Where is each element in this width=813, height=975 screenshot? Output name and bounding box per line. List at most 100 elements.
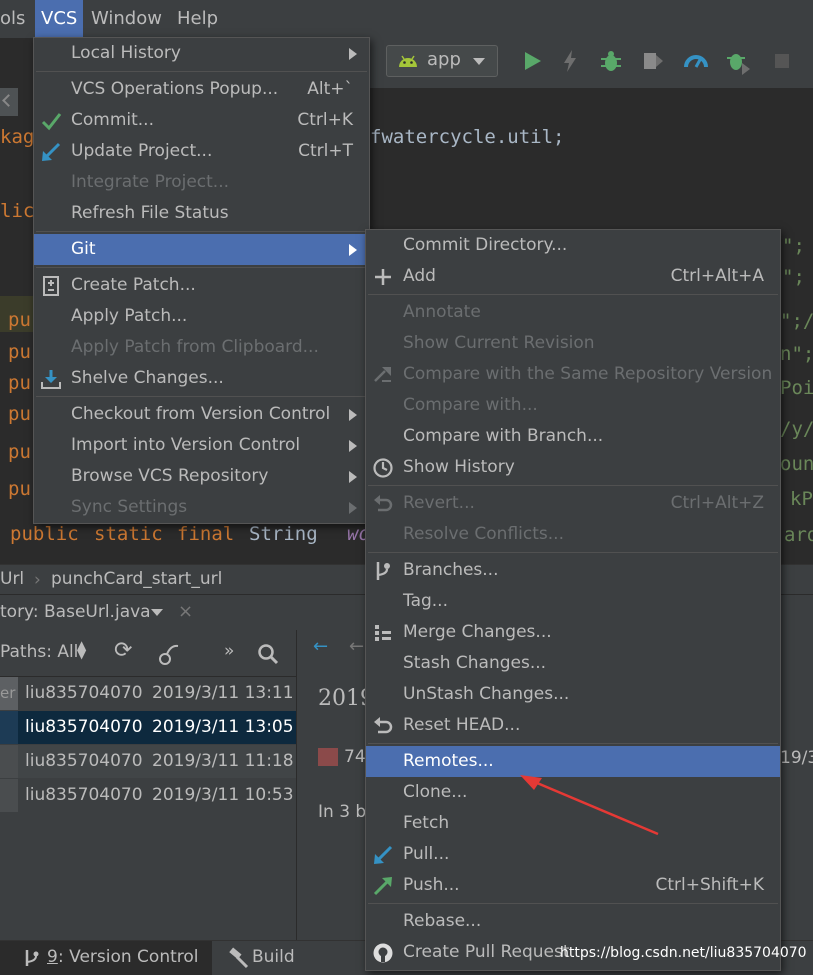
cherry-pick-icon[interactable] (157, 642, 181, 666)
version-control-tab[interactable]: 9 : Version Control (0, 941, 212, 975)
menu-item-apply-patch[interactable]: Apply Patch... (34, 301, 369, 332)
menu-item-resolve-conflicts[interactable]: Resolve Conflicts... (366, 519, 780, 550)
push-icon (373, 877, 392, 896)
menu-item-browse-vcs-repository[interactable]: Browse VCS Repository (34, 461, 369, 492)
menu-item-refresh-file-status[interactable]: Refresh File Status (34, 198, 369, 229)
tab-scroll-left[interactable] (0, 88, 18, 116)
menu-item-checkout-from-vc[interactable]: Checkout from Version Control (34, 399, 369, 430)
menu-item-rebase[interactable]: Rebase... (366, 906, 780, 937)
run-icon[interactable] (518, 47, 546, 75)
attach-debugger-icon[interactable] (724, 47, 752, 75)
clock-icon (373, 458, 393, 478)
menu-item-annotate[interactable]: Annotate (366, 297, 780, 328)
menu-item-show-history[interactable]: Show History (366, 452, 780, 483)
menu-tools[interactable]: ols (0, 0, 31, 38)
code-string-fragment: "; (782, 235, 805, 257)
log-column-stub (0, 745, 18, 778)
table-row[interactable]: er liu835704070 2019/3/11 13:11 (0, 677, 296, 710)
menu-item-vcs-operations-popup[interactable]: VCS Operations Popup... Alt+` (34, 74, 369, 105)
run-configuration-select[interactable]: app (386, 45, 498, 77)
chevron-down-icon[interactable] (151, 609, 163, 616)
code-string-fragment: ard (784, 524, 813, 546)
menu-item-update-project[interactable]: Update Project... Ctrl+T (34, 136, 369, 167)
menu-item-create-patch[interactable]: Create Patch... (34, 270, 369, 301)
close-icon[interactable]: × (178, 601, 193, 622)
arrow-left-icon[interactable]: ← (349, 636, 364, 657)
menu-separator (36, 71, 367, 72)
hammer-icon (229, 947, 249, 969)
pull-icon (374, 845, 393, 864)
menu-item-compare-same-repo-version[interactable]: Compare with the Same Repository Version (366, 359, 780, 390)
menu-item-push[interactable]: Push... Ctrl+Shift+K (366, 870, 780, 901)
search-icon[interactable] (256, 642, 280, 666)
menu-item-apply-patch-from-clipboard[interactable]: Apply Patch from Clipboard... (34, 332, 369, 363)
log-author: liu835704070 (25, 751, 143, 771)
branch-icon (376, 562, 390, 580)
tool-window-title[interactable]: tory: BaseUrl.java (0, 602, 151, 622)
menu-separator (36, 267, 367, 268)
log-date: 2019/3/11 10:53 (152, 785, 294, 805)
menu-item-shelve-changes[interactable]: Shelve Changes... (34, 363, 369, 394)
menu-item-tag[interactable]: Tag... (366, 586, 780, 617)
reset-icon (374, 717, 393, 734)
menu-item-git[interactable]: Git (34, 234, 369, 265)
profile-icon[interactable] (639, 47, 667, 75)
log-column-stub (0, 779, 18, 812)
breadcrumb-item[interactable]: punchCard_start_url (51, 569, 222, 589)
plus-icon (375, 269, 391, 285)
table-row[interactable]: liu835704070 2019/3/11 11:18 (0, 745, 296, 778)
menu-item-local-history[interactable]: Local History (34, 38, 369, 69)
code-type-string: String (249, 523, 318, 545)
commit-summary-fragment: In 3 b (318, 802, 367, 822)
menu-window[interactable]: Window (85, 0, 168, 38)
menu-item-import-into-vc[interactable]: Import into Version Control (34, 430, 369, 461)
debug-icon[interactable] (597, 47, 625, 75)
update-arrow-icon (42, 142, 61, 161)
menu-item-add[interactable]: Add Ctrl+Alt+A (366, 261, 780, 292)
code-string-fragment: ";/ (780, 310, 813, 332)
table-row-selected[interactable]: liu835704070 2019/3/11 13:05 (0, 711, 296, 744)
main-toolbar: app (368, 38, 813, 88)
menu-item-stash-changes[interactable]: Stash Changes... (366, 648, 780, 679)
arrow-left-icon[interactable]: ← (313, 636, 328, 657)
menu-item-sync-settings[interactable]: Sync Settings (34, 492, 369, 523)
vc-log-toolbar: Paths: All ▲ ▼ ⟳ » (0, 630, 296, 677)
gauge-icon[interactable] (682, 47, 710, 75)
menu-help[interactable]: Help (171, 0, 224, 38)
log-author: liu835704070 (25, 683, 143, 703)
build-tab[interactable]: Build (252, 947, 295, 967)
paths-filter[interactable]: Paths: All (0, 642, 78, 662)
version-control-label: : Version Control (58, 947, 199, 967)
code-package-keyword: kag (0, 126, 35, 148)
menu-item-compare-with[interactable]: Compare with... (366, 390, 780, 421)
menu-item-show-current-revision[interactable]: Show Current Revision (366, 328, 780, 359)
breadcrumb-item[interactable]: Url (0, 569, 24, 589)
refresh-icon[interactable]: ⟳ (114, 638, 132, 663)
code-keyword-public: public (10, 523, 79, 545)
menu-item-compare-with-branch[interactable]: Compare with Branch... (366, 421, 780, 452)
table-row[interactable]: liu835704070 2019/3/11 10:53 (0, 779, 296, 812)
apply-changes-icon[interactable] (556, 47, 584, 75)
menu-item-reset-head[interactable]: Reset HEAD... (366, 710, 780, 741)
stop-icon[interactable] (768, 47, 796, 75)
vc-log-panel: Paths: All ▲ ▼ ⟳ » er liu835704070 2019/3… (0, 630, 296, 940)
version-control-mnemonic: 9 (47, 947, 58, 967)
menu-item-integrate-project[interactable]: Integrate Project... (34, 167, 369, 198)
git-submenu: Commit Directory... Add Ctrl+Alt+A Annota… (365, 229, 781, 971)
more-icon[interactable]: » (224, 641, 234, 661)
commit-hash-fragment: 74 (344, 747, 366, 767)
code-keyword-static: static (94, 523, 163, 545)
menu-item-branches[interactable]: Branches... (366, 555, 780, 586)
menu-item-commit-directory[interactable]: Commit Directory... (366, 230, 780, 261)
code-keyword-final: final (177, 523, 235, 545)
code-pu: pu (8, 478, 31, 500)
submenu-arrow-icon (349, 502, 357, 514)
menu-item-merge-changes[interactable]: Merge Changes... (366, 617, 780, 648)
log-column-stub: er (0, 677, 18, 710)
menu-item-unstash-changes[interactable]: UnStash Changes... (366, 679, 780, 710)
menu-item-commit[interactable]: Commit... Ctrl+K (34, 105, 369, 136)
menu-item-revert[interactable]: Revert... Ctrl+Alt+Z (366, 488, 780, 519)
check-icon (41, 113, 62, 131)
menu-vcs[interactable]: VCS (35, 0, 84, 38)
annotation-arrow-icon (520, 775, 659, 836)
